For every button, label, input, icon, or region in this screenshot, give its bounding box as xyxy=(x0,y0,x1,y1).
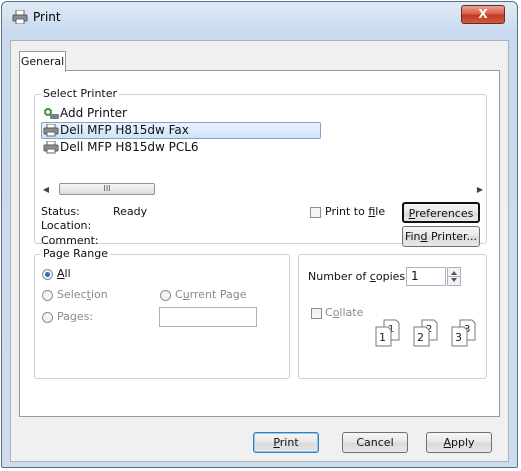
printer-item-dell-pcl6[interactable]: Dell MFP H815dw PCL6 xyxy=(39,139,319,156)
scroll-left-icon[interactable]: ◀ xyxy=(39,182,53,197)
print-to-file-checkbox[interactable] xyxy=(310,207,321,218)
collate-front-number: 2 xyxy=(417,331,424,344)
collate-front-number: 3 xyxy=(455,331,462,344)
collate-set-3-icon: 3 3 xyxy=(451,319,476,347)
radio-pages-label[interactable]: Pages: xyxy=(57,310,93,323)
select-printer-group: Select Printer Add Printer Dell MFP H815… xyxy=(34,87,487,247)
location-label: Location: xyxy=(41,219,92,232)
print-dialog-window: Print X General Select Printer Add Print… xyxy=(1,1,518,468)
printer-icon xyxy=(43,124,59,137)
select-printer-legend: Select Printer xyxy=(41,87,120,100)
pages-input[interactable] xyxy=(159,307,257,327)
copies-input[interactable]: 1 xyxy=(406,267,446,286)
add-printer-icon xyxy=(44,108,59,119)
page-range-legend: Page Range xyxy=(41,247,110,260)
radio-all-label[interactable]: All xyxy=(57,267,71,280)
comment-label: Comment: xyxy=(41,234,99,247)
collate-label[interactable]: Collate xyxy=(325,306,363,319)
collate-set-2-icon: 2 2 xyxy=(413,319,438,347)
cancel-button[interactable]: Cancel xyxy=(342,432,408,453)
copies-group: Number of copies: 1 Collate 1 1 xyxy=(298,254,487,379)
preferences-button[interactable]: Preferences xyxy=(402,202,480,223)
printer-icon xyxy=(43,141,59,154)
title-bar[interactable]: Print X xyxy=(2,2,517,32)
page-range-group: Page Range All Selection Current Page Pa… xyxy=(34,247,290,379)
window-title: Print xyxy=(33,10,61,24)
collate-front-number: 1 xyxy=(379,331,386,344)
number-of-copies-label: Number of copies: xyxy=(308,270,409,283)
printer-item-label: Dell MFP H815dw PCL6 xyxy=(60,140,199,154)
printer-item-add-printer[interactable]: Add Printer xyxy=(39,105,319,122)
close-button[interactable]: X xyxy=(461,5,505,24)
dialog-client-area: General Select Printer Add Printer Dell … xyxy=(10,40,509,462)
radio-current-page-label[interactable]: Current Page xyxy=(175,288,246,301)
status-label: Status: xyxy=(41,205,80,218)
radio-all[interactable] xyxy=(42,269,53,280)
status-value: Ready xyxy=(113,205,148,218)
general-tab-panel: Select Printer Add Printer Dell MFP H815… xyxy=(19,70,500,417)
print-to-file-label[interactable]: Print to file xyxy=(325,205,385,218)
horizontal-scrollbar[interactable]: ◀ III ▶ xyxy=(39,182,487,197)
tab-general[interactable]: General xyxy=(19,51,66,72)
radio-pages[interactable] xyxy=(42,312,53,323)
copies-spinner[interactable] xyxy=(447,267,461,286)
printer-item-label: Add Printer xyxy=(60,106,127,120)
radio-current-page[interactable] xyxy=(160,290,171,301)
scroll-right-icon[interactable]: ▶ xyxy=(473,182,487,197)
scroll-thumb[interactable]: III xyxy=(59,183,155,195)
print-button[interactable]: Print xyxy=(253,432,319,453)
collate-set-1-icon: 1 1 xyxy=(375,319,400,347)
printer-item-label: Dell MFP H815dw Fax xyxy=(60,123,189,137)
printer-list[interactable]: Add Printer Dell MFP H815dw Fax Dell MFP… xyxy=(39,105,321,156)
printer-icon xyxy=(12,10,28,24)
find-printer-button[interactable]: Find Printer... xyxy=(402,226,480,247)
printer-item-dell-fax[interactable]: Dell MFP H815dw Fax xyxy=(39,122,321,139)
collate-checkbox[interactable] xyxy=(311,308,322,319)
apply-button[interactable]: Apply xyxy=(426,432,492,453)
spinner-arrows-icon xyxy=(448,271,460,282)
radio-selection[interactable] xyxy=(42,290,53,301)
radio-selection-label[interactable]: Selection xyxy=(57,288,108,301)
